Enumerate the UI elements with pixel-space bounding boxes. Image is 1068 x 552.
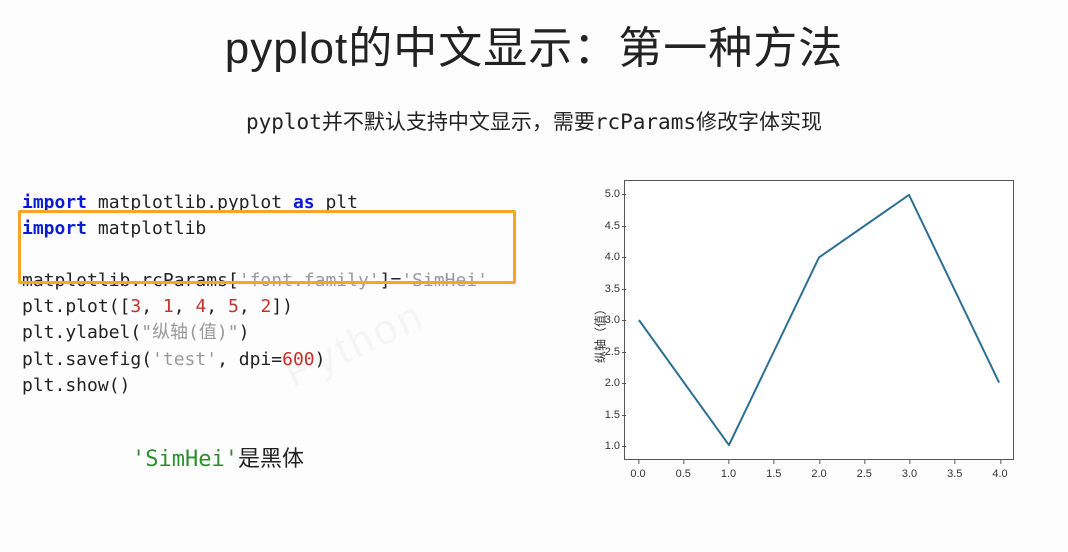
code-text: , [206,296,228,317]
code-column: import matplotlib.pyplot as plt import m… [22,184,542,473]
code-number: 4 [195,296,206,317]
code-number: 2 [261,296,272,317]
code-text: plt.plot([ [22,296,130,317]
chart-line [625,181,1013,459]
chart-xtick: 4.0 [992,468,1007,480]
code-text: matplotlib [87,218,206,239]
code-text: , [239,296,261,317]
code-text: matplotlib.pyplot [87,192,293,213]
code-keyword: import [22,218,87,239]
code-text: ) [239,322,250,343]
chart-xtick: 0.0 [630,468,645,480]
code-text: matplotlib.rcParams[ [22,270,239,291]
code-number: 1 [163,296,174,317]
code-text: plt.ylabel( [22,322,141,343]
code-number: 600 [282,349,315,370]
chart-xtick: 1.0 [721,468,736,480]
code-text: ) [315,349,326,370]
code-string: 'SimHei' [401,270,488,291]
chart-xtick: 2.0 [811,468,826,480]
chart-ytick: 2.0 [594,377,620,389]
chart-ytick: 4.5 [594,220,620,232]
chart-ytick: 1.5 [594,409,620,421]
code-text: ]) [271,296,293,317]
chart-ytick: 3.0 [594,314,620,326]
note-line: 'SimHei'是黑体 [22,441,542,473]
content-row: import matplotlib.pyplot as plt import m… [0,184,1068,498]
chart-xtick: 1.5 [766,468,781,480]
code-text: , [174,296,196,317]
chart-xtick: 3.0 [902,468,917,480]
chart-xtick: 3.5 [947,468,962,480]
chart-ytick: 5.0 [594,188,620,200]
code-keyword: import [22,192,87,213]
slide-subtitle: pyplot并不默认支持中文显示，需要rcParams修改字体实现 [0,106,1068,136]
code-text: plt [315,192,358,213]
chart-ytick: 4.0 [594,251,620,263]
chart-ytick: 2.5 [594,346,620,358]
code-text: , [141,296,163,317]
code-text: , dpi= [217,349,282,370]
slide-title: pyplot的中文显示：第一种方法 [0,0,1068,76]
code-string: 'test' [152,349,217,370]
code-block: import matplotlib.pyplot as plt import m… [22,184,542,399]
code-string: 'font.family' [239,270,380,291]
code-text: plt.show() [22,375,130,396]
chart-xtick: 0.5 [676,468,691,480]
chart-ytick: 3.5 [594,283,620,295]
chart-xtick: 2.5 [857,468,872,480]
code-text: ]= [380,270,402,291]
chart-ytick: 1.0 [594,440,620,452]
code-text: plt.savefig( [22,349,152,370]
chart-box: 纵轴（值） 1.01.52.02.53.03.54.04.55.0 0.00.5… [562,168,1030,498]
note-text: 是黑体 [238,447,304,472]
code-number: 5 [228,296,239,317]
code-keyword: as [293,192,315,213]
plot-area [624,180,1014,460]
code-string: "纵轴(值)" [141,322,238,343]
chart-column: 纵轴（值） 1.01.52.02.53.03.54.04.55.0 0.00.5… [542,184,1050,498]
note-green: 'SimHei' [132,447,238,472]
code-number: 3 [130,296,141,317]
